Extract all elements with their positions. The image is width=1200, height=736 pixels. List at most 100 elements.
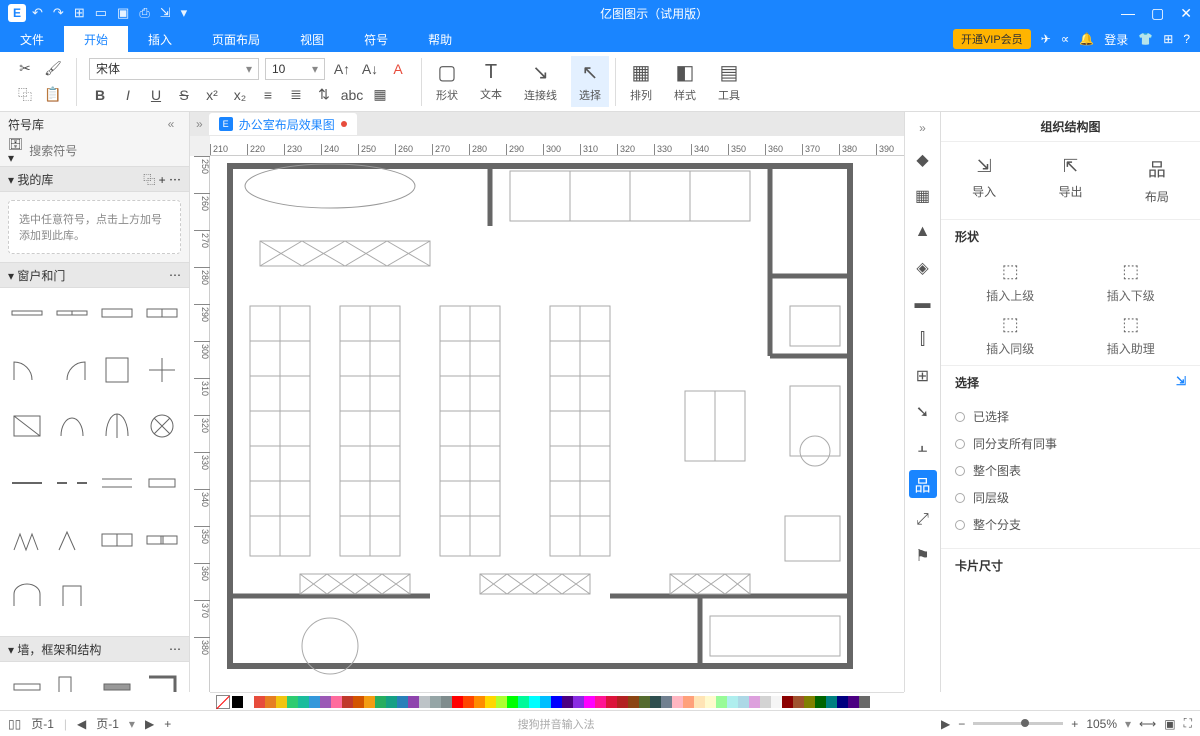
save-icon[interactable]: ▣ (117, 5, 129, 21)
tool-arrow[interactable]: ➘ (909, 398, 937, 426)
section-menu-icon[interactable]: ⋯ (169, 268, 181, 282)
shape-bifold-1[interactable] (6, 521, 47, 559)
select-opt-4[interactable]: 整个分支 (955, 511, 1186, 538)
tool-page[interactable]: ▬ (909, 290, 937, 318)
zoom-value[interactable]: 105% (1086, 717, 1117, 731)
vip-button[interactable]: 开通VIP会员 (953, 29, 1031, 49)
color-swatch[interactable] (848, 696, 859, 708)
decrease-font-icon[interactable]: A↓ (359, 58, 381, 80)
shape-door-1[interactable] (6, 351, 47, 389)
doc-tab[interactable]: E 办公室布局效果图 (209, 113, 357, 135)
color-swatch[interactable] (485, 696, 496, 708)
shape-window-1[interactable] (6, 294, 47, 332)
color-swatch[interactable] (254, 696, 265, 708)
color-swatch[interactable] (441, 696, 452, 708)
canvas[interactable] (210, 156, 904, 692)
size-select[interactable]: 10▾ (265, 58, 325, 80)
theme-icon[interactable]: 👕 (1138, 32, 1153, 46)
bell-icon[interactable]: 🔔 (1079, 32, 1094, 46)
color-swatch[interactable] (826, 696, 837, 708)
wall-shape-1[interactable] (6, 668, 47, 692)
bullets-icon[interactable]: ≣ (285, 84, 307, 106)
bold-icon[interactable]: B (89, 84, 111, 106)
color-swatch[interactable] (507, 696, 518, 708)
connector-button[interactable]: ↘连接线 (516, 56, 565, 107)
close-icon[interactable]: ✕ (1180, 5, 1192, 22)
color-swatch[interactable] (243, 696, 254, 708)
color-swatch[interactable] (716, 696, 727, 708)
mylib-header[interactable]: ▾ 我的库 ⿻ + ⋯ (0, 166, 189, 192)
library-dropdown-icon[interactable]: 🗄▾ (8, 137, 23, 165)
fullscreen-icon[interactable]: ⛶ (1184, 716, 1192, 731)
tool-table[interactable]: ⊞ (909, 362, 937, 390)
font-select[interactable]: 宋体▾ (89, 58, 259, 80)
linespace-icon[interactable]: ⇅ (313, 84, 335, 106)
color-swatch[interactable] (837, 696, 848, 708)
color-swatch[interactable] (760, 696, 771, 708)
underline-icon[interactable]: U (145, 84, 167, 106)
shape-door-7[interactable] (97, 407, 138, 445)
tab-view[interactable]: 视图 (280, 26, 344, 52)
color-swatch[interactable] (551, 696, 562, 708)
color-swatch[interactable] (309, 696, 320, 708)
apply-select-icon[interactable]: ⇲ (1176, 374, 1186, 388)
color-swatch[interactable] (859, 696, 870, 708)
style-button[interactable]: ◧样式 (666, 56, 704, 107)
color-swatch[interactable] (364, 696, 375, 708)
add-lib-icon[interactable]: + (159, 173, 166, 187)
color-swatch[interactable] (573, 696, 584, 708)
shape-button[interactable]: ▢形状 (428, 56, 466, 107)
shape-sliding-2[interactable] (142, 521, 183, 559)
color-swatch[interactable] (518, 696, 529, 708)
select-button[interactable]: ↖选择 (571, 56, 609, 107)
help-icon[interactable]: ? (1183, 32, 1190, 46)
shape-door-2[interactable] (51, 351, 92, 389)
search-input[interactable] (29, 144, 184, 158)
select-opt-3[interactable]: 同层级 (955, 484, 1186, 511)
apps-icon[interactable]: ⊞ (1163, 32, 1173, 46)
color-swatch[interactable] (815, 696, 826, 708)
tool-flag[interactable]: ⚑ (909, 542, 937, 570)
shape-revolving[interactable] (142, 407, 183, 445)
open-icon[interactable]: ▭ (95, 5, 107, 21)
shape-door-3[interactable] (97, 351, 138, 389)
font-color-icon[interactable]: A (387, 58, 409, 80)
tool-expand[interactable]: ⤢ (909, 506, 937, 534)
color-swatch[interactable] (606, 696, 617, 708)
highlight-icon[interactable]: ▦ (369, 84, 391, 106)
copy-icon[interactable]: ⿻ (14, 84, 36, 106)
color-swatch[interactable] (771, 696, 782, 708)
redo-icon[interactable]: ↷ (53, 5, 64, 21)
select-opt-1[interactable]: 同分支所有同事 (955, 430, 1186, 457)
color-swatch[interactable] (265, 696, 276, 708)
paste-icon[interactable]: 📋 (42, 84, 64, 106)
zoom-slider[interactable] (973, 722, 1063, 725)
tool-align[interactable]: ⫠ (909, 434, 937, 462)
lib-menu-icon[interactable]: ⋯ (169, 173, 181, 187)
color-swatch[interactable] (386, 696, 397, 708)
shape-door-6[interactable] (51, 407, 92, 445)
shape-bifold-2[interactable] (51, 521, 92, 559)
windows-doors-header[interactable]: ▾ 窗户和门 ⋯ (0, 262, 189, 288)
color-swatch[interactable] (320, 696, 331, 708)
tab-home[interactable]: 开始 (64, 26, 128, 52)
color-swatch[interactable] (419, 696, 430, 708)
align-icon[interactable]: ≡ (257, 84, 279, 106)
wall-shape-2[interactable] (51, 668, 92, 692)
export-button[interactable]: ⇱导出 (1058, 156, 1082, 205)
color-swatch[interactable] (529, 696, 540, 708)
color-swatch[interactable] (397, 696, 408, 708)
clone-lib-icon[interactable]: ⿻ (143, 173, 155, 187)
shape-door-4[interactable] (142, 351, 183, 389)
collapse-right-icon[interactable]: » (919, 118, 926, 138)
shape-window-4[interactable] (142, 294, 183, 332)
strike-icon[interactable]: S (173, 84, 195, 106)
color-swatch[interactable] (287, 696, 298, 708)
color-swatch[interactable] (584, 696, 595, 708)
shape-window-2[interactable] (51, 294, 92, 332)
qat-more-icon[interactable]: ▾ (181, 5, 188, 21)
color-swatch[interactable] (463, 696, 474, 708)
fit-page-icon[interactable]: ▣ (1164, 717, 1175, 731)
tool-fill[interactable]: ◆ (909, 146, 937, 174)
color-swatch[interactable] (375, 696, 386, 708)
